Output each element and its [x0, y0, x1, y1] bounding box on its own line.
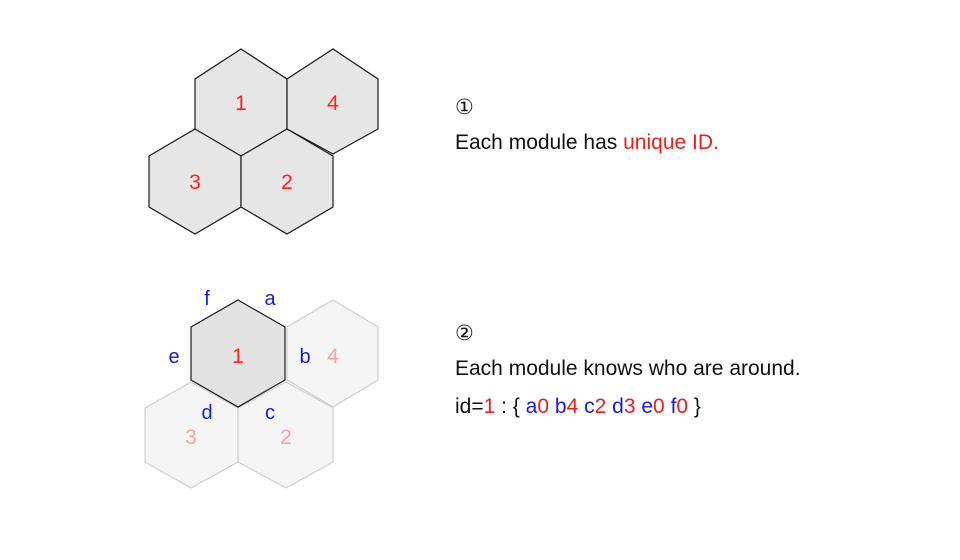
section-2-text: ② Each module knows who are around. id=1…: [455, 322, 801, 420]
code-id: 1: [483, 395, 496, 418]
code-prefix: id=: [455, 395, 484, 418]
side-label-a: a: [264, 288, 276, 310]
module-cluster-unique-ids: 1 4 3 2: [148, 48, 379, 235]
focus-module-id: 1: [232, 345, 244, 368]
neighbor-table-code: id=1 : { a0 b4 c2 d3 e0 f0 }: [455, 394, 801, 420]
unique-id-description: Each module has unique ID.: [455, 130, 719, 156]
neighbor-id-2: 2: [280, 426, 292, 449]
module-id-2: 2: [281, 171, 293, 194]
description-prefix: Each module has: [455, 131, 624, 154]
code-value-c: 2: [594, 395, 607, 418]
side-label-b: b: [299, 346, 310, 368]
code-side-c: c: [584, 395, 595, 418]
neighbor-id-4: 4: [327, 345, 339, 368]
code-value-e: 0: [653, 395, 665, 418]
side-label-f: f: [204, 288, 210, 310]
module-id-4: 4: [327, 92, 339, 115]
section-1-text: ① Each module has unique ID.: [455, 96, 719, 156]
module-id-1: 1: [235, 92, 247, 115]
code-close: }: [688, 395, 701, 418]
code-side-d: d: [612, 395, 624, 418]
hex-module-diagram: 1 4 3 2 1 4 2 3 a b c d e f: [144, 48, 379, 489]
code-separator: : {: [495, 395, 526, 418]
description-highlight: unique ID.: [623, 131, 719, 154]
code-side-a: a: [525, 395, 538, 418]
step-number-1: ①: [455, 96, 474, 119]
module-id-3: 3: [189, 171, 201, 194]
module-cluster-neighbors: 1 4 2 3 a b c d e f: [144, 288, 379, 489]
side-label-c: c: [265, 402, 275, 424]
code-side-b: b: [554, 395, 567, 418]
neighbor-id-3: 3: [185, 426, 197, 449]
code-value-f: 0: [676, 395, 689, 418]
side-label-e: e: [168, 346, 179, 368]
code-side-e: e: [641, 395, 654, 418]
step-number-2: ②: [455, 322, 474, 345]
side-label-d: d: [201, 402, 212, 424]
code-value-a: 0: [537, 395, 550, 418]
code-value-b: 4: [566, 395, 579, 418]
code-value-d: 3: [623, 395, 636, 418]
neighbors-description: Each module knows who are around.: [455, 357, 801, 380]
